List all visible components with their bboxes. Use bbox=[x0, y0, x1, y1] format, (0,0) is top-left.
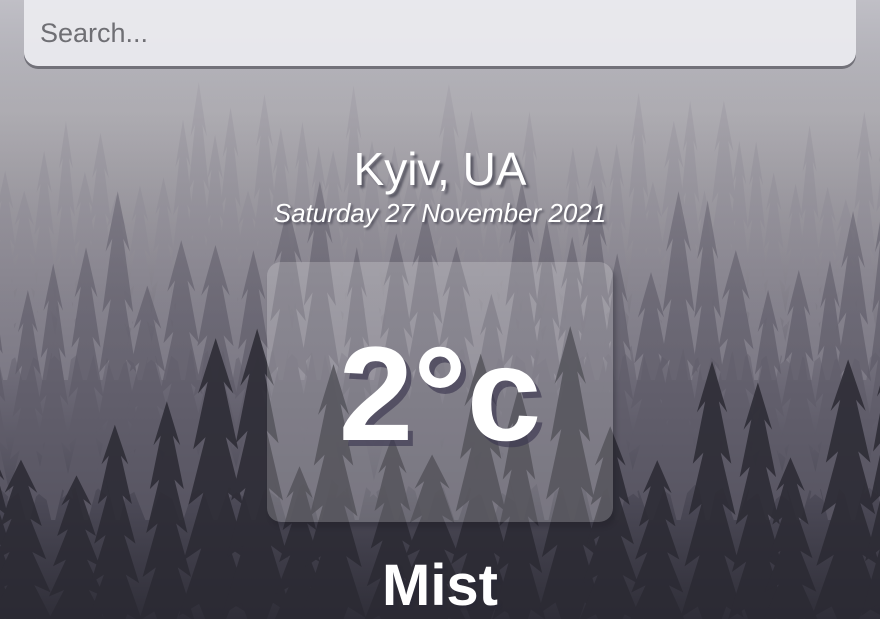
search-input[interactable] bbox=[24, 0, 856, 66]
weather-app: Kyiv, UA Saturday 27 November 2021 2°c M… bbox=[0, 0, 880, 619]
weather-condition: Mist bbox=[382, 553, 498, 618]
current-date: Saturday 27 November 2021 bbox=[273, 198, 607, 228]
temperature-value: 2°c bbox=[338, 320, 542, 469]
location-title: Kyiv, UA bbox=[353, 143, 527, 195]
